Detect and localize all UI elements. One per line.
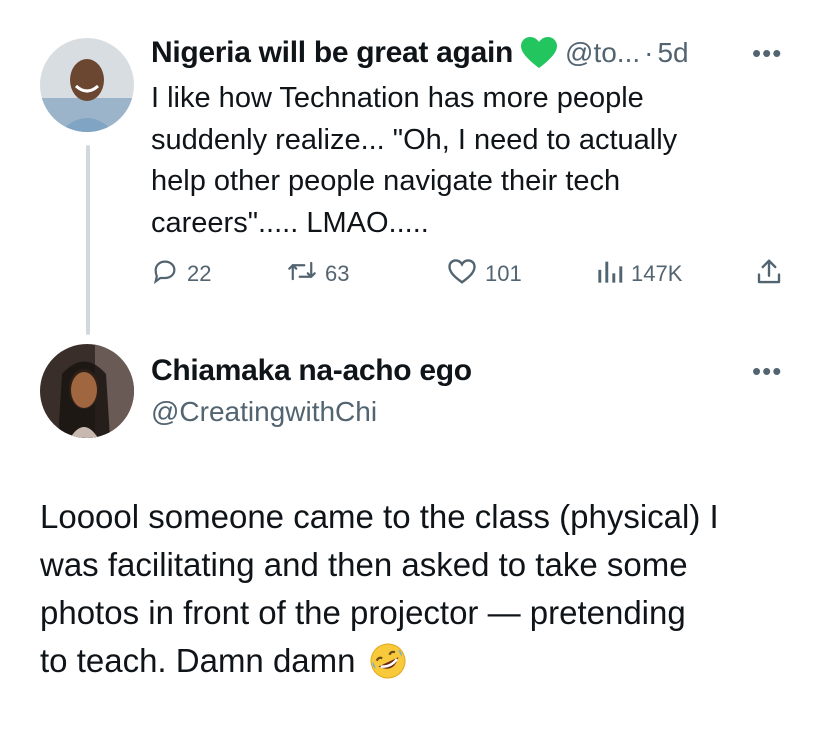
tweet-text-line: photos in front of the projector — prete… xyxy=(40,594,686,631)
author-display-name[interactable]: Chiamaka na-acho ego xyxy=(151,354,472,388)
thread-line xyxy=(86,145,90,335)
author-handle[interactable]: @CreatingwithChi xyxy=(151,396,377,428)
tweet-text-line: Looool someone came to the class (physic… xyxy=(40,498,719,535)
tweet-text-line: to teach. Damn damn xyxy=(40,637,800,685)
heart-icon xyxy=(447,257,477,291)
avatar-nigeria[interactable] xyxy=(40,38,134,132)
reply-time[interactable]: 5d xyxy=(657,37,688,69)
rolling-on-floor-laughing-icon xyxy=(368,641,408,681)
share-button[interactable] xyxy=(754,257,784,293)
separator-dot: · xyxy=(644,37,654,68)
reply-count: 22 xyxy=(187,261,212,286)
more-options-icon[interactable]: ••• xyxy=(752,38,782,69)
views-button[interactable]: 147K xyxy=(597,257,682,291)
reply-handle[interactable]: @to... xyxy=(565,37,640,69)
reply-text-line: suddenly realize... "Oh, I need to actua… xyxy=(151,123,678,156)
share-icon xyxy=(754,259,784,292)
like-count: 101 xyxy=(485,261,522,286)
like-button[interactable]: 101 xyxy=(447,257,522,291)
reply-display-name[interactable]: Nigeria will be great again xyxy=(151,36,513,70)
reply-text-line: help other people navigate their tech xyxy=(151,165,621,197)
reply-text-line: I like how Technation has more people xyxy=(151,82,644,114)
retweet-button[interactable]: 63 xyxy=(287,257,349,291)
avatar-chiamaka[interactable] xyxy=(40,344,134,438)
retweet-icon xyxy=(287,257,317,291)
more-options-icon[interactable]: ••• xyxy=(752,356,782,387)
views-count: 147K xyxy=(631,261,683,286)
tweet-text-last-line: to teach. Damn damn xyxy=(40,642,356,679)
reply-header: Nigeria will be great again @to... · 5d xyxy=(151,36,689,70)
tweet-text-line: was facilitating and then asked to take … xyxy=(40,546,688,583)
retweet-count: 63 xyxy=(325,261,350,286)
reply-icon xyxy=(151,257,179,291)
reply-text-line: careers"..... LMAO..... xyxy=(151,206,429,239)
reply-metrics-bar: 22 63 101 147K xyxy=(151,257,786,291)
green-heart-icon xyxy=(521,37,558,69)
analytics-icon xyxy=(597,257,623,291)
reply-button[interactable]: 22 xyxy=(151,257,211,291)
reply-text: I like how Technation has more people su… xyxy=(151,78,771,244)
tweet-text: Looool someone came to the class (physic… xyxy=(40,493,800,685)
